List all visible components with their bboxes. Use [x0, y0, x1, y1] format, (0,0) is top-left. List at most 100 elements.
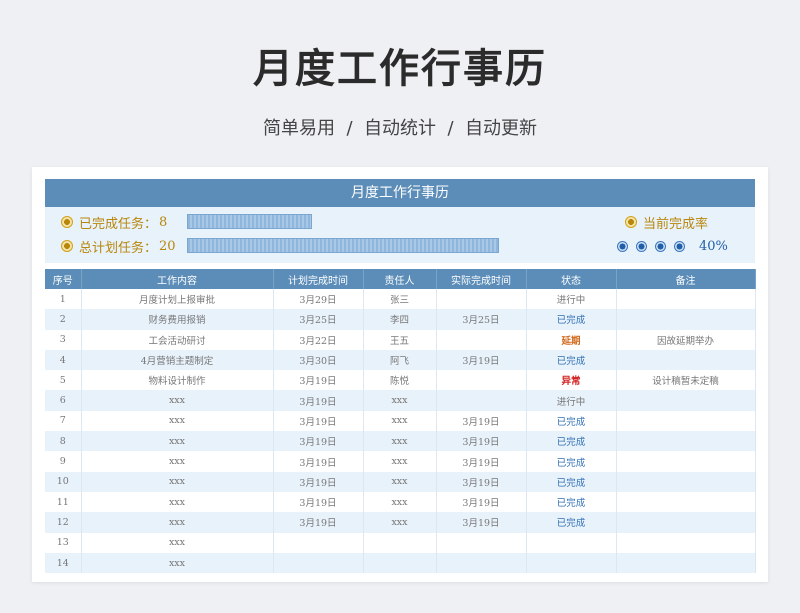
- task-cell[interactable]: xxx: [81, 491, 274, 513]
- row-index-cell[interactable]: 5: [45, 370, 82, 391]
- row-index-cell[interactable]: 13: [45, 532, 82, 553]
- actual-date-cell[interactable]: 3月19日: [436, 410, 527, 432]
- status-cell[interactable]: [526, 532, 617, 553]
- table-row: 5 物料设计制作 3月19日 陈悦 异常 设计稿暂未定稿: [45, 370, 756, 391]
- row-index-cell[interactable]: 8: [45, 431, 82, 452]
- status-cell[interactable]: 进行中: [526, 390, 617, 411]
- planned-date-cell[interactable]: 3月22日: [273, 329, 364, 350]
- owner-cell[interactable]: [363, 552, 437, 574]
- actual-date-cell[interactable]: 3月19日: [436, 491, 527, 513]
- note-cell[interactable]: [616, 349, 756, 371]
- planned-date-cell[interactable]: 3月19日: [273, 431, 364, 452]
- owner-cell[interactable]: 王五: [363, 329, 437, 350]
- row-index-cell[interactable]: 11: [45, 491, 82, 513]
- owner-cell[interactable]: xxx: [363, 512, 437, 533]
- status-cell[interactable]: 已完成: [526, 431, 617, 452]
- planned-date-cell[interactable]: 3月19日: [273, 390, 364, 411]
- actual-date-cell[interactable]: 3月19日: [436, 349, 527, 371]
- planned-date-cell[interactable]: 3月19日: [273, 410, 364, 432]
- rate-dot-icon: [655, 240, 666, 252]
- note-cell[interactable]: [616, 289, 756, 310]
- row-index-cell[interactable]: 4: [45, 349, 82, 371]
- status-cell[interactable]: 已完成: [526, 451, 617, 472]
- note-cell[interactable]: [616, 471, 756, 492]
- owner-cell[interactable]: 阿飞: [363, 349, 437, 371]
- status-cell[interactable]: 已完成: [526, 349, 617, 371]
- actual-date-cell[interactable]: [436, 289, 527, 310]
- actual-date-cell[interactable]: [436, 532, 527, 553]
- row-index-cell[interactable]: 3: [45, 329, 82, 350]
- actual-date-cell[interactable]: 3月19日: [436, 451, 527, 472]
- actual-date-cell[interactable]: 3月19日: [436, 471, 527, 492]
- planned-date-cell[interactable]: 3月19日: [273, 512, 364, 533]
- task-cell[interactable]: 物料设计制作: [81, 370, 274, 391]
- owner-cell[interactable]: xxx: [363, 431, 437, 452]
- task-cell[interactable]: xxx: [81, 552, 274, 574]
- note-cell[interactable]: 设计稿暂未定稿: [616, 370, 756, 391]
- task-cell[interactable]: xxx: [81, 410, 274, 432]
- task-cell[interactable]: xxx: [81, 390, 274, 411]
- status-cell[interactable]: 已完成: [526, 491, 617, 513]
- owner-cell[interactable]: 张三: [363, 289, 437, 310]
- note-cell[interactable]: [616, 431, 756, 452]
- planned-date-cell[interactable]: [273, 532, 364, 553]
- planned-date-cell[interactable]: [273, 552, 364, 574]
- planned-date-cell[interactable]: 3月30日: [273, 349, 364, 371]
- task-cell[interactable]: xxx: [81, 532, 274, 553]
- planned-date-cell[interactable]: 3月19日: [273, 370, 364, 391]
- status-cell[interactable]: 已完成: [526, 512, 617, 533]
- row-index-cell[interactable]: 9: [45, 451, 82, 472]
- owner-cell[interactable]: xxx: [363, 451, 437, 472]
- status-cell[interactable]: 延期: [526, 329, 617, 350]
- owner-cell[interactable]: xxx: [363, 410, 437, 432]
- task-cell[interactable]: 4月营销主题制定: [81, 349, 274, 371]
- status-cell[interactable]: 进行中: [526, 289, 617, 310]
- row-index-cell[interactable]: 7: [45, 410, 82, 432]
- task-cell[interactable]: xxx: [81, 512, 274, 533]
- task-cell[interactable]: 工会活动研讨: [81, 329, 274, 350]
- planned-date-cell[interactable]: 3月29日: [273, 289, 364, 310]
- task-cell[interactable]: xxx: [81, 471, 274, 492]
- note-cell[interactable]: [616, 491, 756, 513]
- actual-date-cell[interactable]: [436, 370, 527, 391]
- owner-cell[interactable]: [363, 532, 437, 553]
- note-cell[interactable]: [616, 451, 756, 472]
- row-index-cell[interactable]: 10: [45, 471, 82, 492]
- row-index-cell[interactable]: 1: [45, 289, 82, 310]
- note-cell[interactable]: [616, 512, 756, 533]
- status-cell[interactable]: 已完成: [526, 309, 617, 330]
- row-index-cell[interactable]: 2: [45, 309, 82, 330]
- owner-cell[interactable]: 李四: [363, 309, 437, 330]
- actual-date-cell[interactable]: 3月25日: [436, 309, 527, 330]
- status-cell[interactable]: 异常: [526, 370, 617, 391]
- task-cell[interactable]: 月度计划上报审批: [81, 289, 274, 310]
- actual-date-cell[interactable]: 3月19日: [436, 431, 527, 452]
- actual-date-cell[interactable]: [436, 390, 527, 411]
- owner-cell[interactable]: xxx: [363, 471, 437, 492]
- status-cell[interactable]: [526, 552, 617, 574]
- note-cell[interactable]: [616, 390, 756, 411]
- note-cell[interactable]: [616, 552, 756, 574]
- planned-date-cell[interactable]: 3月19日: [273, 471, 364, 492]
- planned-date-cell[interactable]: 3月19日: [273, 491, 364, 513]
- task-cell[interactable]: 财务费用报销: [81, 309, 274, 330]
- task-cell[interactable]: xxx: [81, 431, 274, 452]
- actual-date-cell[interactable]: [436, 552, 527, 574]
- row-index-cell[interactable]: 14: [45, 552, 82, 574]
- planned-date-cell[interactable]: 3月25日: [273, 309, 364, 330]
- note-cell[interactable]: [616, 410, 756, 432]
- owner-cell[interactable]: 陈悦: [363, 370, 437, 391]
- task-cell[interactable]: xxx: [81, 451, 274, 472]
- note-cell[interactable]: 因故延期举办: [616, 329, 756, 350]
- note-cell[interactable]: [616, 532, 756, 553]
- planned-date-cell[interactable]: 3月19日: [273, 451, 364, 472]
- note-cell[interactable]: [616, 309, 756, 330]
- actual-date-cell[interactable]: 3月19日: [436, 512, 527, 533]
- status-cell[interactable]: 已完成: [526, 410, 617, 432]
- row-index-cell[interactable]: 12: [45, 512, 82, 533]
- owner-cell[interactable]: xxx: [363, 491, 437, 513]
- actual-date-cell[interactable]: [436, 329, 527, 350]
- row-index-cell[interactable]: 6: [45, 390, 82, 411]
- status-cell[interactable]: 已完成: [526, 471, 617, 492]
- owner-cell[interactable]: xxx: [363, 390, 437, 411]
